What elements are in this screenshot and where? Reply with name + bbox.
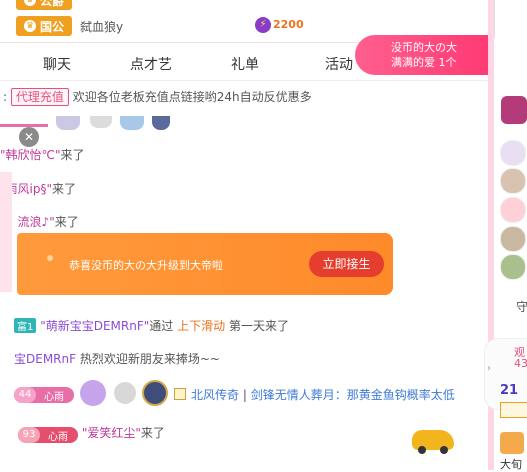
badge-icon [120, 116, 144, 130]
message-row: 44 心雨 [14, 386, 74, 403]
tab-gifts[interactable]: 礼单 [231, 54, 259, 74]
notice-row: : 代理充值 欢迎各位老板充值点链接哟24h自动反优惠多 [3, 88, 312, 106]
divider [0, 80, 490, 81]
user-name[interactable]: 、流浪♪ [6, 215, 50, 229]
rank-row-1: ♛ 公爵 [0, 0, 480, 14]
rank-number: 21 [500, 383, 519, 398]
user-name[interactable]: 爱笑红尘 [87, 426, 135, 440]
medal-icon [80, 380, 106, 406]
level-badge: 44 心雨 [14, 387, 74, 403]
chat-content: 北风传奇 | 剑锋无情人葬月：那黄金鱼钩概率太低 [191, 388, 455, 402]
user-name[interactable]: 萌新宝宝DEMRnF [46, 319, 144, 333]
banner-text: 恭喜没币的大の大升级到大帝啦 [69, 259, 223, 272]
top-rank-icon[interactable] [501, 96, 527, 124]
badge-icon [56, 116, 80, 130]
guard-label[interactable]: 守 [516, 298, 527, 315]
car-wheel-icon [440, 446, 448, 454]
scroll-track [500, 0, 524, 38]
avatar[interactable] [500, 168, 526, 194]
banner-button[interactable]: 立即接生 [309, 251, 384, 277]
badge-row [56, 116, 176, 132]
divider [0, 124, 48, 127]
car-wheel-icon [418, 446, 426, 454]
welcome-text: 热烈欢迎新朋友来捧场~~ [79, 352, 220, 366]
rank-tag: ♛ 国公 [16, 16, 72, 36]
guild-emblem-icon [142, 380, 168, 406]
user-name[interactable]: 韩欣怡℃ [6, 148, 55, 162]
level-badge: 93 心雨 [18, 427, 78, 443]
crown-icon: ♛ [23, 20, 36, 32]
chat-text: 剑锋无情人葬月：那黄金鱼钩概率太低 [250, 388, 455, 402]
action-text: 来了 [52, 182, 77, 196]
rich-badge: 富1 [14, 318, 37, 333]
medal-icon [114, 382, 136, 404]
gift-box-icon[interactable] [500, 432, 524, 454]
action-text: 来了 [60, 148, 85, 162]
crown-icon: ♛ [23, 0, 36, 6]
message-row: 富1 "萌新宝宝DEMRnF"通过 上下滑动 第一天来了 [14, 317, 289, 334]
user-name[interactable]: 宝DEMRnF [14, 352, 76, 366]
avatar[interactable] [500, 254, 526, 280]
avatar[interactable] [500, 197, 526, 223]
promo-line-2: 满满的爱 1个 [391, 56, 457, 69]
expand-arrow-icon[interactable]: › [487, 363, 491, 374]
notice-text: 欢迎各位老板充值点链接哟24h自动反优惠多 [72, 90, 312, 104]
rank-value: 2200 [273, 18, 304, 31]
message-row: 宝DEMRnF 热烈欢迎新朋友来捧场~~ [14, 350, 220, 367]
tab-talent[interactable]: 点才艺 [130, 54, 172, 74]
sparkle-icon [47, 255, 53, 261]
tag-icon [500, 402, 527, 418]
upgrade-banner: 恭喜没币的大の大升级到大帝啦 立即接生 [17, 233, 393, 295]
edge-decoration [0, 172, 12, 292]
tab-chat[interactable]: 聊天 [43, 54, 71, 74]
action-text: 来了 [54, 215, 79, 229]
message-row: "韩欣怡℃"来了 [0, 148, 85, 162]
rank-tag-label: 国公 [39, 19, 64, 34]
shield-icon [174, 388, 186, 400]
rank-tag-label: 公爵 [39, 0, 64, 8]
rank-tag: ♛ 公爵 [16, 0, 72, 10]
agent-recharge-tag[interactable]: 代理充值 [10, 88, 69, 106]
promo-line-1: 没币的大の大 [391, 41, 457, 54]
watch-count: 43 [514, 357, 527, 370]
divider [494, 0, 495, 38]
badge-icon [152, 116, 170, 130]
avatar[interactable] [500, 140, 526, 166]
rank-user-name: 弑血狼y [80, 20, 124, 34]
tab-activity[interactable]: 活动 [325, 54, 353, 74]
close-icon[interactable]: ✕ [19, 127, 39, 147]
guild-name[interactable]: 北风传奇 [191, 388, 239, 402]
avatar[interactable] [500, 226, 526, 252]
source-text: 上下滑动 [177, 319, 226, 333]
coin-icon: ⚡ [255, 17, 271, 33]
badge-icon [90, 116, 112, 128]
message-row: 93 心雨 "爱笑红尘"来了 [18, 424, 165, 443]
